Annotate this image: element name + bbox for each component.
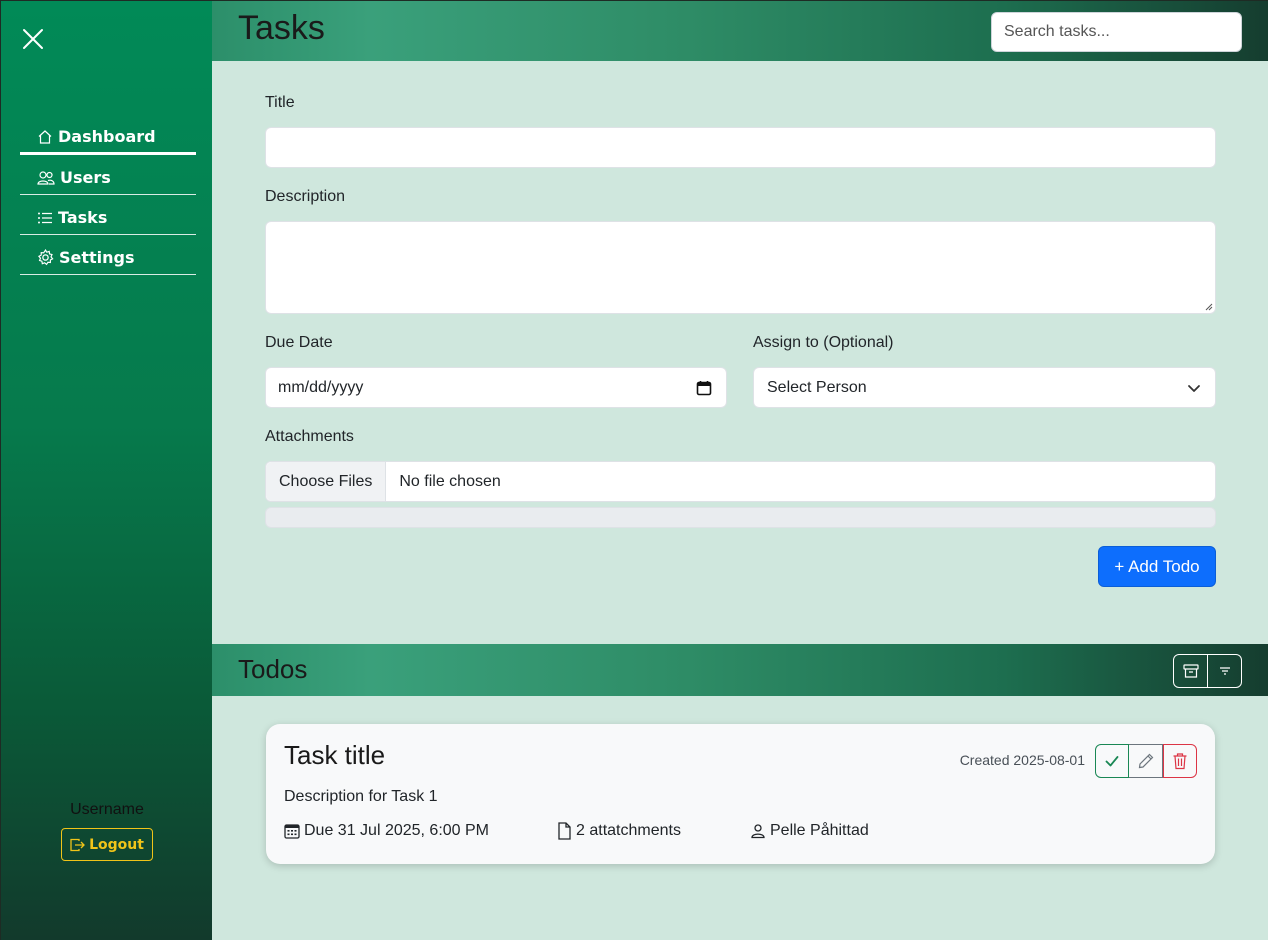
todo-due: Due 31 Jul 2025, 6:00 PM <box>284 822 489 840</box>
resize-handle-icon[interactable] <box>1204 302 1213 311</box>
filter-icon <box>1219 667 1230 675</box>
todos-toolbar <box>1173 654 1242 688</box>
close-icon[interactable] <box>21 27 45 51</box>
home-icon <box>38 129 52 144</box>
sidebar-item-label: Dashboard <box>58 127 156 146</box>
page-title: Tasks <box>238 9 325 47</box>
todo-attachments: 2 attatchments <box>556 822 681 840</box>
description-textarea[interactable] <box>265 221 1216 314</box>
calendar-icon <box>284 824 300 839</box>
search-input[interactable] <box>991 12 1242 52</box>
add-todo-button[interactable]: + Add Todo <box>1098 546 1216 587</box>
archive-button[interactable] <box>1174 655 1207 687</box>
file-status: No file chosen <box>399 472 501 490</box>
calendar-icon[interactable] <box>696 380 712 396</box>
sidebar-nav: Dashboard Users Tasks Settings <box>20 121 196 275</box>
file-input[interactable]: Choose Files No file chosen <box>265 461 1216 502</box>
todos-title: Todos <box>238 654 308 684</box>
person-icon <box>751 824 765 839</box>
gear-icon <box>38 249 54 266</box>
sidebar-item-users[interactable]: Users <box>20 155 196 195</box>
logout-button[interactable]: Logout <box>61 828 153 861</box>
sidebar-item-label: Settings <box>59 248 135 267</box>
todo-description: Description for Task 1 <box>284 788 438 805</box>
todo-attachments-text: 2 attatchments <box>576 822 681 839</box>
username: Username <box>70 801 144 818</box>
todo-assignee-text: Pelle Påhittad <box>770 822 869 839</box>
due-date-input[interactable]: mm/dd/yyyy <box>265 367 727 408</box>
todo-due-text: Due 31 Jul 2025, 6:00 PM <box>304 822 490 839</box>
assign-selected-value: Select Person <box>767 378 867 396</box>
attachments-label: Attachments <box>265 428 354 445</box>
filter-button[interactable] <box>1207 655 1241 687</box>
pencil-icon <box>1138 753 1153 769</box>
chevron-down-icon <box>1188 384 1200 392</box>
file-icon <box>558 822 571 840</box>
page-header: Tasks <box>212 0 1268 61</box>
title-input[interactable] <box>265 127 1216 168</box>
delete-button[interactable] <box>1163 744 1197 778</box>
complete-button[interactable] <box>1095 744 1129 778</box>
assign-label: Assign to (Optional) <box>753 334 894 351</box>
due-date-label: Due Date <box>265 334 333 351</box>
edit-button[interactable] <box>1129 744 1163 778</box>
logout-icon <box>70 838 85 851</box>
sidebar-item-tasks[interactable]: Tasks <box>20 195 196 235</box>
sidebar: Dashboard Users Tasks Settings Username … <box>0 0 212 940</box>
sidebar-item-dashboard[interactable]: Dashboard <box>20 121 196 155</box>
list-icon <box>38 212 52 223</box>
sidebar-item-label: Tasks <box>58 208 108 227</box>
todo-title: Task title <box>284 740 386 770</box>
todo-actions <box>1095 744 1197 778</box>
sidebar-item-label: Users <box>60 168 111 187</box>
trash-icon <box>1173 753 1187 770</box>
check-icon <box>1105 756 1119 767</box>
logout-label: Logout <box>89 836 144 853</box>
title-label: Title <box>265 94 295 111</box>
assign-select[interactable]: Select Person <box>753 367 1216 408</box>
due-date-placeholder: mm/dd/yyyy <box>278 378 364 396</box>
users-icon <box>37 170 55 185</box>
todos-header: Todos <box>212 644 1268 696</box>
todo-created-date: Created 2025-08-01 <box>959 752 1085 768</box>
todo-assignee: Pelle Påhittad <box>750 822 869 840</box>
user-block: Username Logout <box>1 801 213 861</box>
archive-icon <box>1182 664 1199 678</box>
description-label: Description <box>265 188 346 205</box>
choose-files-button[interactable]: Choose Files <box>266 462 387 501</box>
sidebar-item-settings[interactable]: Settings <box>20 235 196 275</box>
upload-progress-bar <box>265 507 1216 528</box>
todo-card: Task title Created 2025-08-01 Descriptio… <box>266 724 1215 864</box>
